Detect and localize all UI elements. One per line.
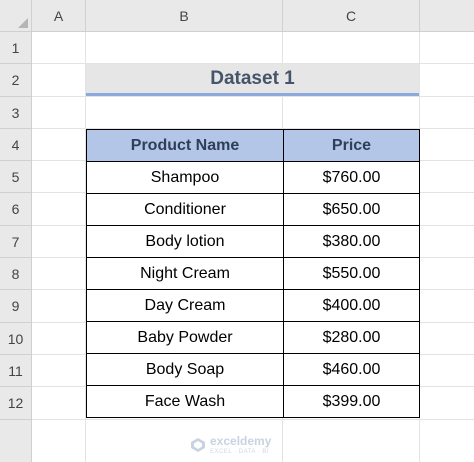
column-header-a[interactable]: A bbox=[32, 0, 86, 32]
table-row: Conditioner $650.00 bbox=[86, 193, 420, 226]
header-price[interactable]: Price bbox=[283, 129, 420, 162]
row-header-4[interactable]: 4 bbox=[0, 129, 32, 161]
row-header-2[interactable]: 2 bbox=[0, 64, 32, 97]
column-header-b[interactable]: B bbox=[86, 0, 283, 32]
table-row: Night Cream $550.00 bbox=[86, 257, 420, 290]
table-row: Baby Powder $280.00 bbox=[86, 321, 420, 354]
watermark-text: exceldemy EXCEL · DATA · BI bbox=[210, 435, 271, 455]
row-header-blank bbox=[0, 420, 32, 462]
column-header-blank bbox=[420, 0, 474, 32]
table-row: Day Cream $400.00 bbox=[86, 289, 420, 322]
price-cell[interactable]: $550.00 bbox=[283, 257, 420, 290]
product-name-cell[interactable]: Baby Powder bbox=[86, 321, 284, 354]
spreadsheet: A B C 1 2 3 4 5 6 7 8 9 10 11 12 Dataset… bbox=[0, 0, 474, 462]
price-cell[interactable]: $400.00 bbox=[283, 289, 420, 322]
table-row: Shampoo $760.00 bbox=[86, 161, 420, 194]
row-header-6[interactable]: 6 bbox=[0, 193, 32, 226]
price-cell[interactable]: $760.00 bbox=[283, 161, 420, 194]
product-name-cell[interactable]: Face Wash bbox=[86, 385, 284, 418]
row-header-10[interactable]: 10 bbox=[0, 323, 32, 355]
row-header-3[interactable]: 3 bbox=[0, 97, 32, 129]
price-cell[interactable]: $650.00 bbox=[283, 193, 420, 226]
product-name-cell[interactable]: Body Soap bbox=[86, 353, 284, 386]
gridline bbox=[32, 96, 474, 97]
table-header-row: Product Name Price bbox=[86, 129, 420, 162]
product-name-cell[interactable]: Shampoo bbox=[86, 161, 284, 194]
table-row: Body lotion $380.00 bbox=[86, 225, 420, 258]
watermark-brand: exceldemy bbox=[210, 434, 272, 448]
row-header-7[interactable]: 7 bbox=[0, 226, 32, 258]
product-name-cell[interactable]: Day Cream bbox=[86, 289, 284, 322]
price-cell[interactable]: $280.00 bbox=[283, 321, 420, 354]
product-name-cell[interactable]: Night Cream bbox=[86, 257, 284, 290]
select-all-corner[interactable] bbox=[0, 0, 32, 32]
row-header-11[interactable]: 11 bbox=[0, 355, 32, 387]
watermark: exceldemy EXCEL · DATA · BI bbox=[190, 430, 300, 460]
table-row: Face Wash $399.00 bbox=[86, 385, 420, 418]
row-header-1[interactable]: 1 bbox=[0, 32, 32, 64]
column-header-c[interactable]: C bbox=[283, 0, 420, 32]
dataset-title[interactable]: Dataset 1 bbox=[86, 64, 419, 96]
row-header-8[interactable]: 8 bbox=[0, 258, 32, 290]
table-row: Body Soap $460.00 bbox=[86, 353, 420, 386]
product-price-table: Product Name Price Shampoo $760.00 Condi… bbox=[86, 129, 420, 418]
row-header-12[interactable]: 12 bbox=[0, 387, 32, 420]
product-name-cell[interactable]: Conditioner bbox=[86, 193, 284, 226]
row-header-9[interactable]: 9 bbox=[0, 290, 32, 323]
row-header-5[interactable]: 5 bbox=[0, 161, 32, 193]
header-product-name[interactable]: Product Name bbox=[86, 129, 284, 162]
gridline bbox=[32, 419, 474, 420]
price-cell[interactable]: $399.00 bbox=[283, 385, 420, 418]
price-cell[interactable]: $380.00 bbox=[283, 225, 420, 258]
product-name-cell[interactable]: Body lotion bbox=[86, 225, 284, 258]
price-cell[interactable]: $460.00 bbox=[283, 353, 420, 386]
exceldemy-logo-icon bbox=[191, 438, 205, 452]
watermark-tagline: EXCEL · DATA · BI bbox=[210, 449, 270, 455]
select-all-triangle-icon bbox=[18, 18, 28, 28]
